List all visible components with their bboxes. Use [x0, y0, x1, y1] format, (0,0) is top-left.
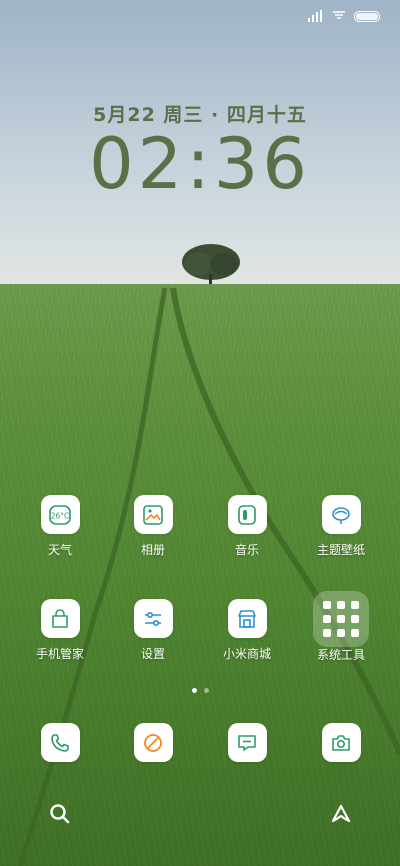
folder-icon — [313, 591, 369, 647]
dock-phone[interactable] — [10, 723, 110, 762]
app-settings[interactable]: 设置 — [103, 599, 203, 661]
dock-messages[interactable] — [197, 723, 297, 762]
app-label-themes: 主题壁纸 — [316, 543, 365, 557]
app-label-settings: 设置 — [140, 647, 165, 661]
app-themes[interactable]: 主题壁纸 — [291, 495, 391, 557]
app-label-music: 音乐 — [234, 543, 259, 557]
phone-icon — [40, 723, 80, 762]
camera-icon — [321, 723, 361, 762]
battery-icon — [354, 10, 380, 22]
mi-store-icon — [227, 599, 267, 638]
dock-browser[interactable] — [103, 723, 203, 762]
browser-icon — [133, 723, 173, 762]
music-icon — [227, 495, 267, 534]
app-label-gallery: 相册 — [140, 543, 165, 557]
wifi-icon — [333, 11, 345, 19]
status-bar — [308, 10, 380, 22]
app-folder-system-tools[interactable]: 系统工具 — [291, 591, 391, 662]
app-gallery[interactable]: 相册 — [103, 495, 203, 557]
page-indicator[interactable] — [0, 688, 400, 693]
settings-icon — [133, 599, 173, 638]
app-vault-icon[interactable] — [329, 802, 353, 826]
app-security[interactable]: 手机管家 — [10, 599, 110, 661]
dock-camera[interactable] — [291, 723, 391, 762]
app-music[interactable]: 音乐 — [197, 495, 297, 557]
themes-icon — [321, 495, 361, 534]
app-label-mi-store: 小米商城 — [222, 647, 271, 661]
wallpaper-tracks — [17, 287, 400, 866]
messages-icon — [227, 723, 267, 762]
app-label-system-tools: 系统工具 — [316, 648, 365, 662]
app-mi-store[interactable]: 小米商城 — [197, 599, 297, 661]
search-icon[interactable] — [48, 802, 72, 826]
clock-time[interactable]: 02:36 — [0, 124, 400, 204]
weather-icon: 26°C — [40, 495, 80, 534]
page-dot-2[interactable] — [203, 688, 209, 693]
signal-bars-icon — [308, 10, 322, 22]
weather-temp-text: 26°C — [51, 511, 70, 520]
page-dot-1[interactable] — [191, 688, 197, 693]
app-label-weather: 天气 — [47, 543, 72, 557]
gallery-icon — [133, 495, 173, 534]
security-icon — [40, 599, 80, 638]
app-weather[interactable]: 26°C 天气 — [10, 495, 110, 557]
app-label-security: 手机管家 — [35, 647, 84, 661]
